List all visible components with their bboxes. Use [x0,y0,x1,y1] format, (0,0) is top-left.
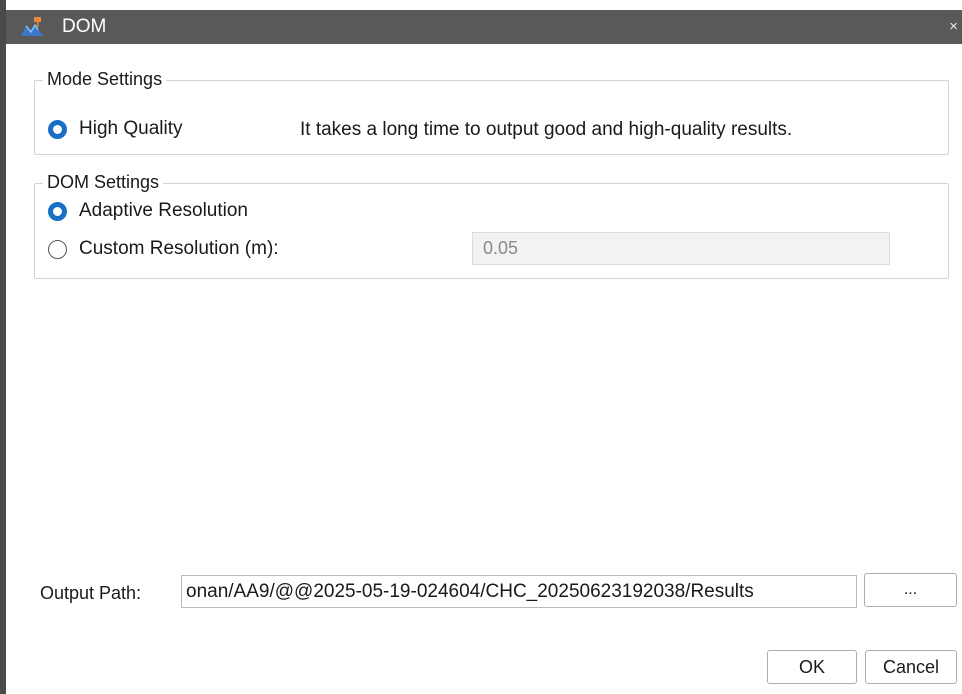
adaptive-resolution-option[interactable]: Adaptive Resolution [48,200,248,222]
output-path-label: Output Path: [40,583,142,603]
custom-resolution-input[interactable]: 0.05 [472,232,890,265]
title-bar[interactable]: DOM × [6,10,962,44]
dom-settings-legend: DOM Settings [43,170,164,194]
cancel-button[interactable]: Cancel [865,650,957,684]
adaptive-resolution-label: Adaptive Resolution [79,200,248,221]
window-title: DOM [62,16,107,37]
high-quality-radio-option[interactable]: High Quality [48,118,183,140]
adaptive-resolution-radio[interactable] [48,201,67,221]
custom-resolution-option[interactable]: Custom Resolution (m): [48,238,279,260]
custom-resolution-label: Custom Resolution (m): [79,238,279,259]
custom-resolution-radio[interactable] [48,239,67,259]
mode-settings-legend: Mode Settings [43,67,167,91]
window-left-edge [0,0,6,694]
browse-button[interactable]: ... [864,573,957,607]
app-logo-icon [20,16,44,38]
high-quality-label: High Quality [79,118,183,139]
ok-button[interactable]: OK [767,650,857,684]
close-button[interactable]: × [949,18,958,36]
output-path-input[interactable]: onan/AA9/@@2025-05-19-024604/CHC_2025062… [181,575,857,608]
high-quality-radio[interactable] [48,119,67,139]
high-quality-description: It takes a long time to output good and … [300,119,793,140]
